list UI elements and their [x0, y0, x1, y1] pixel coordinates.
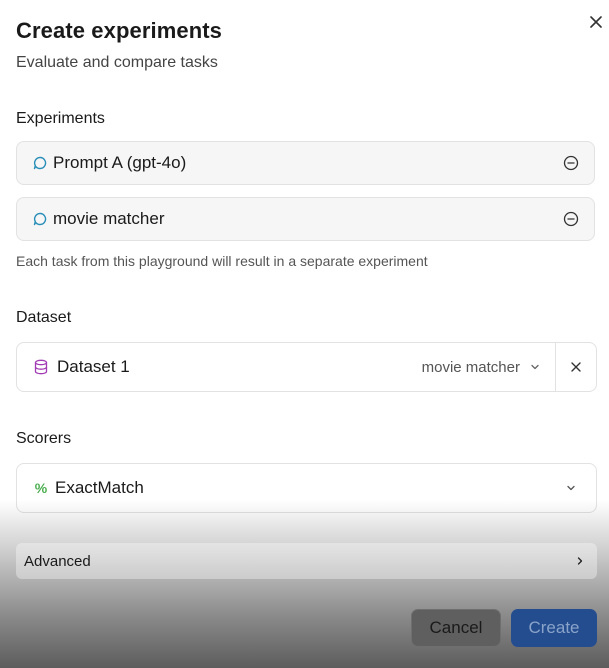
dialog-subtitle: Evaluate and compare tasks: [16, 54, 218, 71]
advanced-label: Advanced: [24, 552, 91, 570]
clear-dataset-button[interactable]: [568, 359, 584, 375]
scorers-select[interactable]: % ExactMatch: [16, 463, 597, 513]
dataset-selected-value: movie matcher: [421, 358, 520, 376]
close-icon: [571, 362, 581, 372]
experiment-row: movie matcher: [16, 197, 595, 241]
create-experiments-dialog: Create experiments Evaluate and compare …: [0, 0, 609, 668]
remove-experiment-button[interactable]: [562, 154, 580, 172]
chevron-right-icon: [573, 554, 587, 568]
message-circle-icon: [32, 211, 48, 227]
advanced-toggle[interactable]: Advanced: [16, 543, 597, 579]
create-button[interactable]: Create: [511, 609, 597, 647]
close-button[interactable]: [586, 12, 606, 32]
scorers-dropdown-toggle[interactable]: [562, 479, 580, 497]
dataset-name: Dataset 1: [57, 357, 130, 376]
scorer-selected-value: ExactMatch: [55, 478, 144, 497]
database-icon: [33, 359, 49, 375]
dataset-label: Dataset: [16, 309, 72, 326]
dataset-divider: [555, 343, 556, 391]
close-icon: [590, 16, 602, 28]
dataset-field: Dataset 1 movie matcher: [16, 342, 597, 392]
experiment-name: movie matcher: [53, 209, 165, 228]
dialog-title: Create experiments: [16, 18, 223, 43]
experiments-label: Experiments: [16, 110, 105, 127]
message-circle-icon: [32, 155, 48, 171]
remove-experiment-button[interactable]: [562, 210, 580, 228]
scorers-label: Scorers: [16, 430, 72, 447]
minus-circle-icon: [563, 155, 579, 171]
experiment-name: Prompt A (gpt-4o): [53, 153, 187, 172]
chevron-down-icon: [567, 485, 575, 491]
experiment-row: Prompt A (gpt-4o): [16, 141, 595, 185]
experiments-hint: Each task from this playground will resu…: [16, 253, 428, 269]
percent-icon: %: [34, 480, 48, 496]
dataset-version-select[interactable]: movie matcher: [422, 359, 540, 376]
minus-circle-icon: [563, 211, 579, 227]
cancel-button[interactable]: Cancel: [411, 609, 501, 647]
chevron-down-icon: [531, 364, 539, 370]
